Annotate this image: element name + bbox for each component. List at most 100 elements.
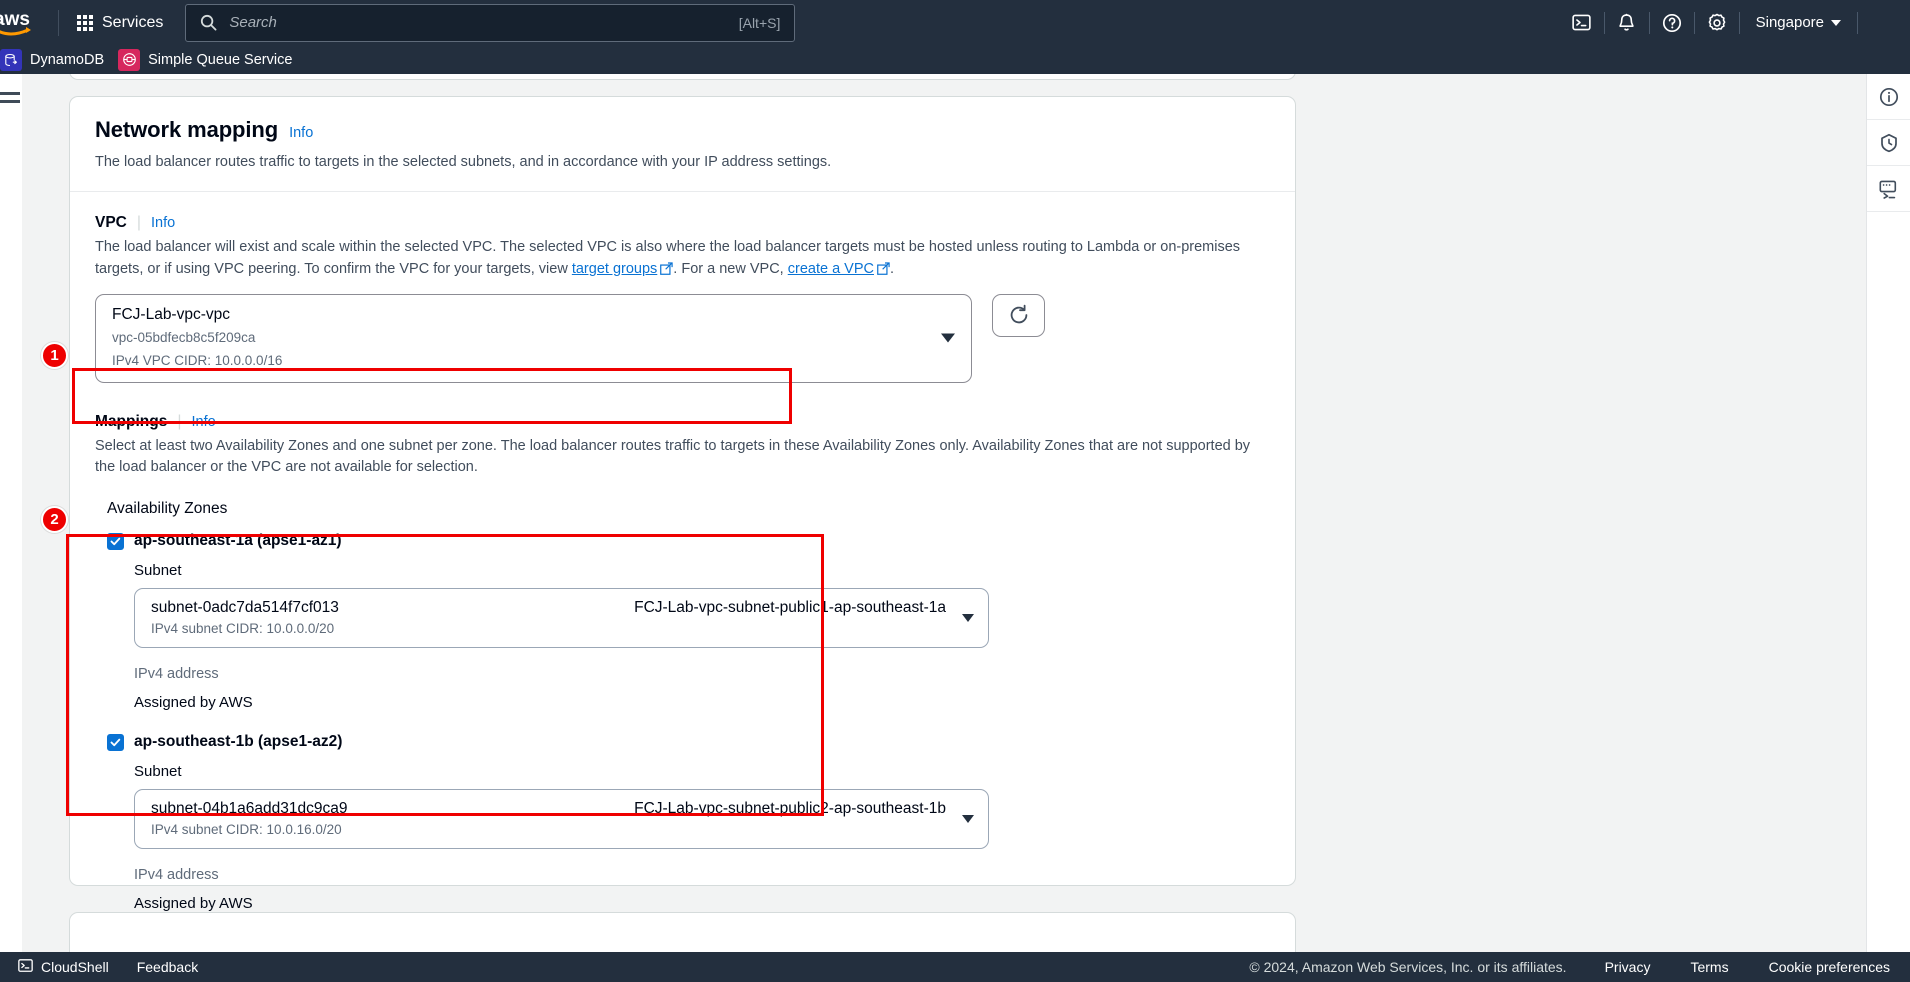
topnav-right-group: Singapore	[1560, 0, 1910, 45]
refresh-icon	[1010, 304, 1027, 324]
footer-bar: CloudShell Feedback © 2024, Amazon Web S…	[0, 952, 1910, 982]
chevron-down-icon	[962, 614, 974, 623]
next-section-card-partial	[69, 912, 1296, 952]
subnet-label: Subnet	[134, 763, 182, 781]
az-row: ap-southeast-1a (apse1-az1)	[107, 532, 1258, 550]
cloudshell-terminal-icon[interactable]	[1867, 166, 1910, 212]
vpc-selected-cidr: IPv4 VPC CIDR: 10.0.0.0/16	[112, 353, 283, 369]
copyright-text: © 2024, Amazon Web Services, Inc. or its…	[1249, 959, 1567, 975]
footer-feedback-button[interactable]: Feedback	[123, 959, 212, 975]
region-label: Singapore	[1755, 14, 1824, 31]
cloudshell-label: CloudShell	[41, 959, 109, 975]
cloudshell-icon[interactable]	[1560, 0, 1604, 45]
az-name: ap-southeast-1a (apse1-az1)	[134, 532, 342, 550]
previous-section-card-partial	[69, 74, 1296, 80]
search-placeholder: Search	[229, 14, 277, 31]
settings-gear-icon[interactable]	[1695, 0, 1739, 45]
feedback-label: Feedback	[136, 959, 199, 975]
favorite-label: Simple Queue Service	[148, 51, 293, 68]
vpc-description-part3: .	[889, 260, 895, 277]
ipv4-address-value: Assigned by AWS	[134, 694, 253, 712]
svg-text:aws: aws	[0, 9, 30, 30]
shield-clock-icon[interactable]	[1867, 120, 1910, 166]
cloudshell-icon	[18, 958, 33, 976]
external-link-icon	[877, 261, 890, 283]
az-name: ap-southeast-1b (apse1-az2)	[134, 733, 343, 751]
services-label: Services	[102, 13, 164, 31]
info-link-vpc[interactable]: Info	[151, 215, 175, 231]
vpc-selected-id: vpc-05bdfecb8c5f209ca	[112, 329, 256, 345]
favorite-simple-queue-service[interactable]: Simple Queue Service	[118, 45, 306, 74]
annotation-badge-1: 1	[41, 342, 68, 369]
footer-left-group: CloudShell Feedback	[0, 958, 212, 976]
link-create-vpc[interactable]: create a VPC	[788, 261, 874, 277]
ipv4-address-value: Assigned by AWS	[134, 895, 253, 913]
vpc-selected-name: FCJ-Lab-vpc-vpc	[112, 305, 230, 323]
card-description: The load balancer routes traffic to targ…	[95, 154, 832, 170]
footer-cloudshell-button[interactable]: CloudShell	[4, 958, 123, 976]
footer-terms-link[interactable]: Terms	[1670, 959, 1748, 975]
subnet-select-ap-southeast-1b[interactable]: subnet-04b1a6add31dc9ca9 FCJ-Lab-vpc-sub…	[134, 789, 989, 850]
footer-privacy-link[interactable]: Privacy	[1585, 959, 1671, 975]
network-mapping-card: Network mapping Info The load balancer r…	[69, 96, 1296, 912]
mappings-description: Select at least two Availability Zones a…	[95, 437, 1251, 476]
annotation-badge-2: 2	[41, 506, 68, 533]
info-circle-icon[interactable]	[1867, 74, 1910, 120]
ipv4-address-label: IPv4 address	[134, 666, 219, 683]
chevron-down-icon	[941, 333, 955, 343]
mappings-label-row: Mappings | Info	[95, 413, 1270, 431]
region-selector-button[interactable]: Singapore	[1740, 0, 1857, 45]
search-shortcut-hint: [Alt+S]	[738, 14, 781, 31]
page-container: Network mapping Info The load balancer r…	[0, 74, 1910, 952]
external-link-icon	[660, 261, 673, 283]
subnet-cidr: IPv4 subnet CIDR: 10.0.16.0/20	[151, 822, 342, 838]
label-separator: |	[136, 214, 142, 232]
refresh-button[interactable]	[992, 293, 1045, 337]
notifications-bell-icon[interactable]	[1605, 0, 1649, 45]
grid-icon	[77, 14, 93, 31]
label-separator: |	[177, 412, 182, 430]
search-icon	[200, 14, 217, 31]
footer-right-group: © 2024, Amazon Web Services, Inc. or its…	[1249, 959, 1910, 975]
card-header: Network mapping Info The load balancer r…	[70, 97, 1295, 193]
chevron-down-icon	[1831, 19, 1841, 26]
az-row: ap-southeast-1b (apse1-az2)	[107, 733, 1258, 751]
subnet-select-ap-southeast-1a[interactable]: subnet-0adc7da514f7cf013 FCJ-Lab-vpc-sub…	[134, 588, 989, 649]
az-checkbox-ap-southeast-1a[interactable]	[107, 532, 124, 550]
left-rail	[0, 74, 22, 952]
subnet-cidr: IPv4 subnet CIDR: 10.0.0.0/20	[151, 621, 335, 637]
subnet-name: FCJ-Lab-vpc-subnet-public1-ap-southeast-…	[634, 599, 946, 617]
info-link-mappings[interactable]: Info	[192, 414, 216, 430]
subnet-block: Subnet subnet-04b1a6add31dc9ca9 FCJ-Lab-…	[134, 763, 1258, 850]
subnet-id: subnet-0adc7da514f7cf013	[151, 599, 339, 617]
help-question-icon[interactable]	[1650, 0, 1694, 45]
vpc-description: The load balancer will exist and scale w…	[95, 237, 1270, 283]
favorite-label: DynamoDB	[30, 51, 105, 68]
availability-zones-block: Availability Zones ap-southeast-1a (apse…	[95, 491, 1270, 922]
ipv4-address-label: IPv4 address	[134, 867, 219, 884]
footer-cookie-preferences-link[interactable]: Cookie preferences	[1749, 959, 1910, 975]
subnet-id: subnet-04b1a6add31dc9ca9	[151, 800, 348, 818]
nav-divider	[1857, 11, 1858, 34]
favorite-dynamodb[interactable]: DynamoDB	[0, 45, 118, 74]
info-link-network-mapping[interactable]: Info	[289, 125, 313, 141]
sidebar-toggle-icon[interactable]	[0, 92, 22, 103]
page-title: Network mapping	[95, 117, 279, 142]
az-checkbox-ap-southeast-1b[interactable]	[107, 733, 124, 751]
services-menu-button[interactable]: Services	[65, 8, 175, 38]
chevron-down-icon	[962, 815, 974, 824]
link-target-groups[interactable]: target groups	[572, 261, 657, 277]
nav-divider	[58, 9, 59, 36]
sqs-icon	[118, 48, 141, 71]
vpc-label-row: VPC | Info	[95, 214, 1270, 232]
subnet-label: Subnet	[134, 562, 182, 580]
vpc-select-row: FCJ-Lab-vpc-vpc vpc-05bdfecb8c5f209ca IP…	[95, 293, 1270, 383]
availability-zones-title: Availability Zones	[107, 500, 228, 518]
vpc-select[interactable]: FCJ-Lab-vpc-vpc vpc-05bdfecb8c5f209ca IP…	[95, 293, 972, 383]
search-input[interactable]: Search [Alt+S]	[185, 3, 796, 42]
aws-logo[interactable]: aws	[0, 0, 52, 45]
vpc-label: VPC	[95, 214, 127, 232]
dynamodb-icon	[0, 48, 22, 71]
right-rail	[1866, 74, 1910, 952]
mappings-section: Mappings | Info Select at least two Avai…	[95, 413, 1270, 923]
